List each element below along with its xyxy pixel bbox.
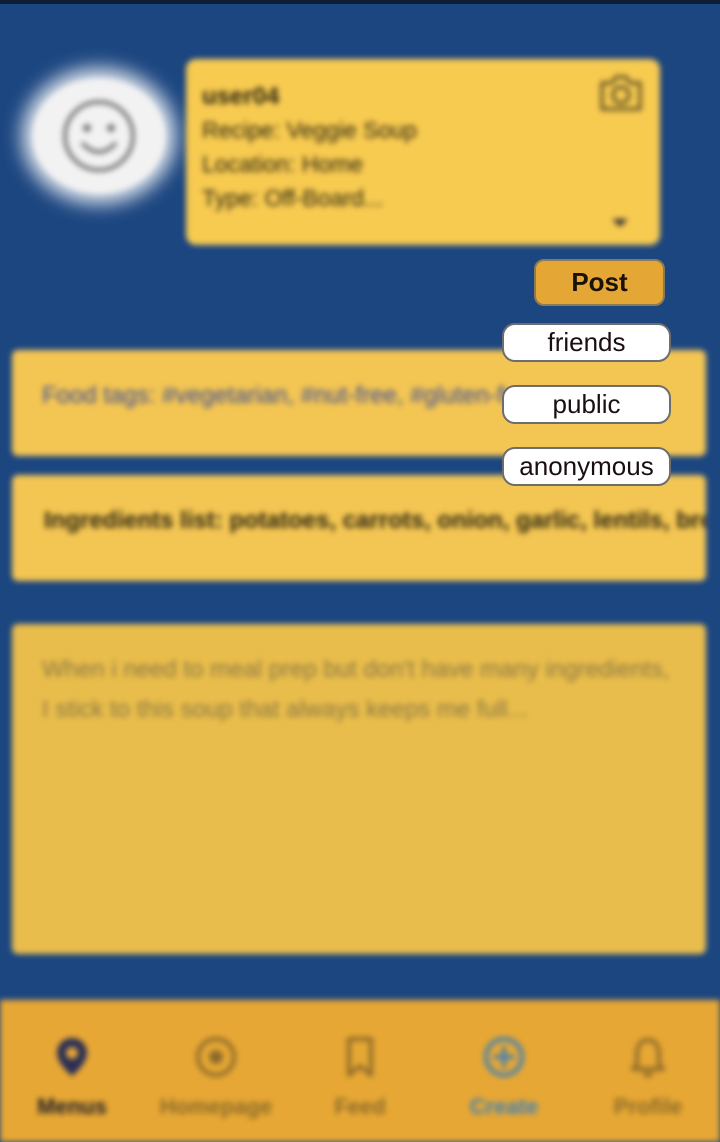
ingredients-field[interactable]: Ingredients list: potatoes, carrots, oni… xyxy=(12,475,706,581)
description-textarea[interactable]: When i need to meal prep but don't have … xyxy=(12,624,706,954)
nav-label: Feed xyxy=(334,1094,386,1119)
username: user04 xyxy=(202,83,280,110)
nav-homepage[interactable]: Homepage xyxy=(146,1034,286,1120)
bell-icon xyxy=(631,1038,665,1078)
nav-feed[interactable]: Feed xyxy=(290,1034,430,1120)
nav-label: Homepage xyxy=(159,1094,273,1119)
home-circle-icon xyxy=(196,1037,236,1077)
plus-circle-icon xyxy=(484,1037,524,1077)
recipe-name: Recipe: Veggie Soup xyxy=(202,117,417,143)
visibility-option-friends[interactable]: friends xyxy=(502,323,671,362)
smiley-face-icon xyxy=(63,100,135,172)
nav-menus[interactable]: Menus xyxy=(2,1034,142,1120)
nav-label: Profile xyxy=(613,1094,683,1119)
nav-label: Menus xyxy=(37,1094,107,1119)
blurred-background: user04 Recipe: Veggie Soup Location: Hom… xyxy=(0,0,720,1142)
nav-profile[interactable]: Profile xyxy=(578,1034,718,1120)
nav-label: Create xyxy=(469,1094,539,1119)
visibility-option-anonymous[interactable]: anonymous xyxy=(502,447,671,486)
nav-create[interactable]: Create xyxy=(434,1034,574,1120)
recipe-type: Type: Off-Board... xyxy=(202,185,384,211)
recipe-info-card: user04 Recipe: Veggie Soup Location: Hom… xyxy=(186,59,660,245)
avatar[interactable] xyxy=(32,78,166,194)
location-pin-icon xyxy=(57,1038,87,1076)
post-button[interactable]: Post xyxy=(534,259,665,306)
recipe-location: Location: Home xyxy=(202,151,364,177)
bookmark-icon xyxy=(347,1037,373,1077)
bottom-navigation: Menus Homepage Feed Create Profile xyxy=(0,1000,720,1142)
chevron-down-icon[interactable] xyxy=(612,219,628,227)
camera-icon[interactable] xyxy=(598,71,644,113)
visibility-option-public[interactable]: public xyxy=(502,385,671,424)
